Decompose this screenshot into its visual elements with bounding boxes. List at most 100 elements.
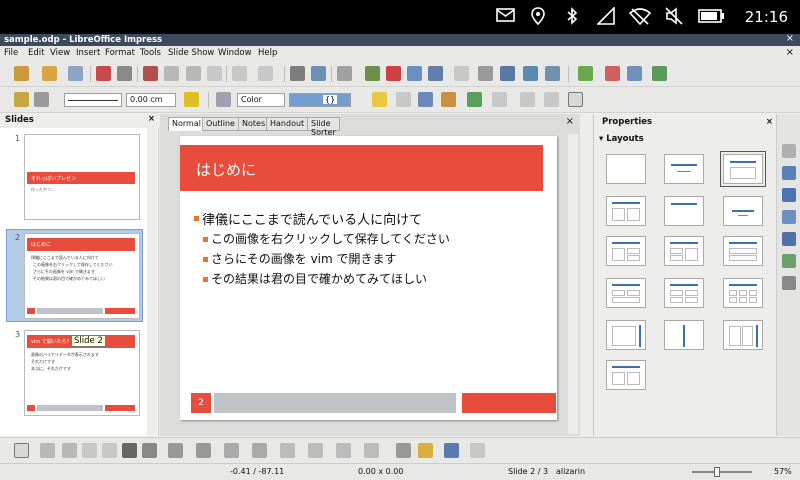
display-icon[interactable] bbox=[523, 66, 538, 81]
layout-vertical-1[interactable] bbox=[606, 320, 646, 350]
glue-points-icon[interactable] bbox=[418, 443, 433, 458]
slide-thumbnail-2[interactable]: はじめに 律儀にここまで読んでいる人に向けて この画像を右クリックして保存してく… bbox=[24, 233, 140, 319]
points-icon[interactable] bbox=[396, 443, 411, 458]
slides-panel-close-button[interactable]: × bbox=[148, 114, 155, 124]
layout-title-2-content[interactable] bbox=[606, 196, 646, 226]
layouts-section-header[interactable]: ▾ Layouts bbox=[599, 134, 644, 144]
stars-icon[interactable] bbox=[364, 443, 379, 458]
curve-tool-icon[interactable] bbox=[168, 443, 183, 458]
paste-icon[interactable] bbox=[186, 66, 201, 81]
layout-vertical-2[interactable] bbox=[664, 320, 704, 350]
chart-type-icon[interactable] bbox=[652, 66, 667, 81]
media-icon[interactable] bbox=[407, 66, 422, 81]
layout-6-content[interactable] bbox=[723, 278, 763, 308]
menu-tools[interactable]: Tools bbox=[140, 48, 161, 58]
basic-shapes-icon[interactable] bbox=[224, 443, 239, 458]
slide-layout-icon[interactable] bbox=[627, 66, 642, 81]
fontwork-tool-icon[interactable] bbox=[142, 443, 157, 458]
redo-icon[interactable] bbox=[258, 66, 273, 81]
slide-thumbnail-1[interactable]: それっぽいプレゼン 作ったやつ... bbox=[24, 134, 140, 220]
open-icon[interactable] bbox=[42, 66, 57, 81]
new-icon[interactable] bbox=[14, 66, 29, 81]
slide-transition-icon[interactable] bbox=[782, 166, 796, 180]
tab-normal[interactable]: Normal bbox=[168, 117, 205, 131]
document-close-button[interactable]: × bbox=[786, 47, 794, 58]
connector-tool-icon[interactable] bbox=[196, 443, 211, 458]
area-color-dropdown[interactable]: {} bbox=[289, 93, 351, 107]
image-icon[interactable] bbox=[365, 66, 380, 81]
navigator-deck-icon[interactable] bbox=[782, 276, 796, 290]
save-icon[interactable] bbox=[68, 66, 83, 81]
ellipse-tool-icon[interactable] bbox=[102, 443, 117, 458]
extrusion-icon[interactable] bbox=[470, 443, 485, 458]
block-arrows-icon[interactable] bbox=[280, 443, 295, 458]
sub-bullet[interactable]: この画像を右クリックして保存してください bbox=[211, 230, 450, 247]
enter-group-icon[interactable] bbox=[544, 92, 559, 107]
menu-help[interactable]: Help bbox=[258, 48, 277, 58]
bullet-main[interactable]: 律儀にここまで読んでいる人に向けて bbox=[202, 209, 422, 228]
menu-window[interactable]: Window bbox=[218, 48, 252, 58]
area-style-dropdown[interactable]: Color bbox=[237, 93, 285, 107]
callouts-icon[interactable] bbox=[336, 443, 351, 458]
menu-file[interactable]: File bbox=[4, 48, 18, 58]
find-replace-icon[interactable] bbox=[311, 66, 326, 81]
presentation-icon[interactable] bbox=[545, 66, 560, 81]
layout-vertical-3[interactable] bbox=[723, 320, 763, 350]
layout-title-only[interactable] bbox=[664, 196, 704, 226]
window-close-button[interactable]: × bbox=[786, 33, 794, 45]
slides-panel-scrollbar[interactable] bbox=[147, 128, 157, 436]
gallery-icon[interactable] bbox=[782, 254, 796, 268]
editor-scrollbar[interactable] bbox=[568, 134, 578, 434]
menu-edit[interactable]: Edit bbox=[28, 48, 44, 58]
arrow-line-tool-icon[interactable] bbox=[62, 443, 77, 458]
master-slides-icon[interactable] bbox=[782, 210, 796, 224]
zoom-slider-handle[interactable] bbox=[714, 467, 720, 477]
select-arrow-icon[interactable] bbox=[14, 443, 29, 458]
zoom-level[interactable]: 57% bbox=[774, 467, 792, 476]
menu-view[interactable]: View bbox=[50, 48, 70, 58]
crop-icon[interactable] bbox=[396, 92, 411, 107]
hyperlink-icon[interactable] bbox=[454, 66, 469, 81]
flowchart-icon[interactable] bbox=[308, 443, 323, 458]
group-icon[interactable] bbox=[492, 92, 507, 107]
properties-deck-icon[interactable] bbox=[782, 144, 796, 158]
line-fill-color-icon[interactable] bbox=[184, 92, 199, 107]
slide-show-icon[interactable] bbox=[500, 66, 515, 81]
line-color-icon[interactable] bbox=[14, 92, 29, 107]
table-icon[interactable] bbox=[337, 66, 352, 81]
chart-icon[interactable] bbox=[386, 66, 401, 81]
spelling-icon[interactable] bbox=[290, 66, 305, 81]
properties-close-button[interactable]: × bbox=[766, 117, 773, 127]
custom-animation-icon[interactable] bbox=[782, 188, 796, 202]
layout-2-content-1[interactable] bbox=[606, 236, 646, 266]
layout-title-content[interactable] bbox=[720, 151, 766, 187]
fontwork-icon[interactable] bbox=[428, 66, 443, 81]
tab-outline[interactable]: Outline bbox=[202, 117, 239, 131]
text-from-file-icon[interactable] bbox=[444, 443, 459, 458]
symbol-shapes-icon[interactable] bbox=[252, 443, 267, 458]
arrow-style-icon[interactable] bbox=[34, 92, 49, 107]
print-icon[interactable] bbox=[117, 66, 132, 81]
layout-centered-text[interactable] bbox=[723, 196, 763, 226]
tab-notes[interactable]: Notes bbox=[238, 117, 270, 131]
editor-close-button[interactable]: × bbox=[566, 116, 574, 127]
clone-formatting-icon[interactable] bbox=[207, 66, 222, 81]
select-icon[interactable] bbox=[568, 92, 583, 107]
rectangle-tool-icon[interactable] bbox=[82, 443, 97, 458]
layout-2-content-3[interactable] bbox=[723, 236, 763, 266]
line-style-dropdown[interactable] bbox=[64, 93, 122, 107]
undo-icon[interactable] bbox=[232, 66, 247, 81]
transformation-icon[interactable] bbox=[418, 92, 433, 107]
arrange-icon[interactable] bbox=[467, 92, 482, 107]
ungroup-icon[interactable] bbox=[520, 92, 535, 107]
layout-title-slide[interactable] bbox=[664, 154, 704, 184]
area-icon[interactable] bbox=[216, 92, 231, 107]
navigator-icon[interactable] bbox=[478, 66, 493, 81]
layout-4-content-2[interactable] bbox=[664, 278, 704, 308]
cut-icon[interactable] bbox=[143, 66, 158, 81]
tab-slide-sorter[interactable]: Slide Sorter bbox=[307, 117, 340, 137]
new-slide-icon[interactable] bbox=[578, 66, 593, 81]
sub-bullet[interactable]: さらにその画像を vim で開きます bbox=[211, 250, 397, 267]
line-tool-icon[interactable] bbox=[40, 443, 55, 458]
layout-vertical-4[interactable] bbox=[606, 360, 646, 390]
